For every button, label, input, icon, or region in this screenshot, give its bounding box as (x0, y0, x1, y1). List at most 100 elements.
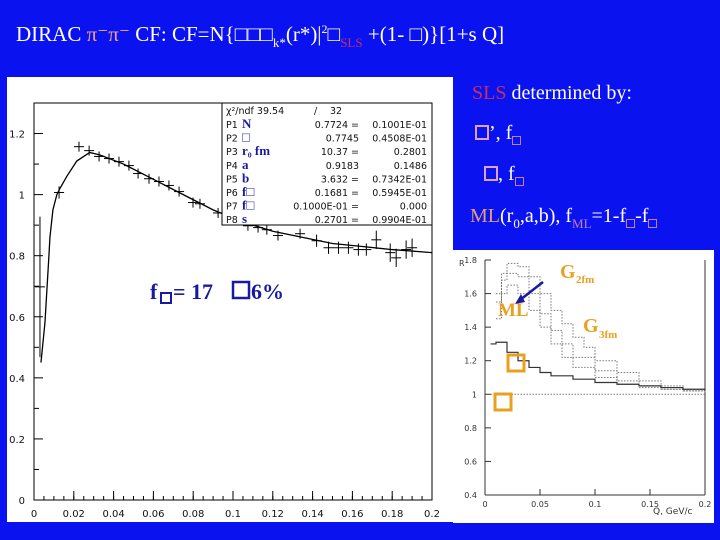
stats-param-id: P8 (226, 215, 238, 226)
ml-args: (r (500, 205, 514, 227)
stats-param-id: P3 (226, 147, 238, 158)
stats-header-ndf: 32 (330, 106, 342, 117)
x-tick-label: 0.02 (63, 509, 85, 520)
data-point (371, 230, 382, 249)
ml-sub-ml: ML (572, 216, 592, 231)
y-tick-label: 1 (19, 191, 25, 202)
inset-y-tick-label: 1 (472, 390, 477, 399)
data-point (361, 243, 372, 256)
data-point (407, 238, 418, 257)
x-tick-label: 0.1 (225, 509, 241, 520)
x-tick-label: 0.06 (142, 509, 164, 520)
stats-param-value: 0.1000E-01 = (293, 202, 359, 213)
ml-line: ML(r0,a,b), fML=1-f -f (470, 205, 658, 232)
inset-axes (484, 259, 706, 496)
fraction-eq: = 17 (173, 279, 213, 304)
inset-x-tick-label: 0 (482, 500, 487, 509)
inset-y-tick-label: 1.2 (464, 357, 477, 366)
stats-param-value: 0.9183 (326, 161, 359, 172)
x-tick-label: 0.04 (102, 509, 124, 520)
stats-param-id: P1 (226, 120, 238, 131)
fraction-sub-box-icon (160, 292, 172, 304)
stats-param-id: P7 (226, 202, 238, 213)
x-tick-label: 0 (31, 509, 37, 520)
slide-title: DIRAC π⁻π⁻ CF: CF=N{□□□k*(r*)|2□SLS +(1-… (16, 22, 504, 51)
main-plot-panel: 0 0.02 0.04 0.06 0.08 0.1 0.12 0.14 0.16 0.18 0.2 0… (7, 77, 453, 522)
inset-y-tick-label: 0.4 (464, 491, 477, 500)
sub-box-icon (648, 219, 658, 228)
inset-x-tick-label: 0.1 (589, 500, 602, 509)
data-point (84, 145, 95, 156)
y-tick-label: 0.8 (9, 252, 25, 263)
data-point (261, 224, 272, 235)
title-prefix: DIRAC (16, 22, 87, 46)
sep2: , f (498, 163, 515, 185)
sub-box-icon (626, 219, 636, 228)
data-point (104, 153, 115, 164)
main-plot: 0 0.02 0.04 0.06 0.08 0.1 0.12 0.14 0.16 0.18 0.2 0… (9, 102, 440, 520)
stats-param-value: 10.37 = (321, 147, 359, 158)
annot-g3fm-sub: 3fm (599, 329, 617, 341)
stats-box: χ²/ndf 39.54/32P1 N 0.7724 = 0.1001E-01P2 □ 0… (221, 102, 433, 226)
stats-param-value: 0.7745 (326, 134, 359, 145)
greek-box-icon (475, 125, 489, 140)
stats-param-error: 0.7342E-01 (372, 174, 427, 185)
greek-box-icon (484, 166, 498, 181)
inset-y-tick-label: 1.8 (464, 256, 477, 265)
title-glyph3: □ (409, 22, 423, 46)
inset-y-tick-label: 1.6 (464, 290, 477, 299)
inset-xlabel: Q, GeV/c (653, 507, 693, 517)
title-sub-k: k* (272, 35, 286, 50)
data-point (73, 141, 84, 152)
inset-curve-g2fm (496, 262, 706, 391)
inset-y-tick-label: 1.4 (464, 323, 477, 332)
x-tick-label: 0.2 (424, 509, 440, 520)
stats-param-error: 0.1486 (394, 161, 427, 172)
y-tick-label: 0.6 (9, 313, 25, 324)
inset-ylabel: R (459, 259, 465, 268)
y-tick-label: 0.2 (9, 435, 25, 446)
sls-param-line-2: , f (484, 163, 524, 186)
data-point (343, 241, 354, 254)
data-point (385, 243, 396, 262)
fraction-f: f (150, 279, 158, 304)
y-tick-label: 0 (19, 496, 25, 507)
title-glyphs: □□□ (234, 22, 273, 46)
stats-param-error: 0.9904E-01 (372, 215, 427, 226)
data-point (153, 176, 164, 187)
inset-plot: 0 0.05 0.1 0.15 0.20.40.60.811.21.41.61.8 R … (459, 256, 712, 517)
title-cf: CF: CF=N{ (129, 22, 235, 46)
inset-plot-panel: 0 0.05 0.1 0.15 0.2 0.4 0.6 0.8 1 1.2 1.4 1.6 1.8 R … (453, 250, 714, 523)
data-point (113, 156, 124, 167)
sls-heading-rest: determined by: (506, 82, 632, 104)
stats-param-error: 0.2801 (394, 147, 427, 158)
sls-param-line-1: ’, f (475, 122, 522, 145)
stats-param-error: 0.5945E-01 (372, 188, 427, 199)
stats-param-id: P2 (226, 134, 238, 145)
stats-param-value: 0.7724 = (315, 120, 359, 131)
inset-y-tick-label: 0.8 (464, 424, 477, 433)
x-tick-label: 0.16 (341, 509, 363, 520)
annot-ml: ML (498, 300, 529, 321)
data-point (188, 197, 199, 208)
fraction-label: f = 17 6% (150, 279, 284, 304)
annot-box-icon (493, 392, 513, 412)
x-tick-label: 0.18 (381, 509, 403, 520)
sub-box-icon (514, 177, 524, 186)
stats-param-id: P4 (226, 161, 238, 172)
title-particles: π⁻π⁻ (86, 22, 130, 46)
y-tick-label: 0.4 (9, 374, 25, 385)
annot-g2fm-sub: 2fm (576, 274, 594, 286)
annot-box-icon (506, 353, 526, 373)
annot-g3fm: G (583, 315, 599, 337)
data-point (311, 234, 322, 247)
data-point (94, 151, 105, 162)
data-point (391, 248, 402, 267)
x-tick-label: 0.12 (262, 509, 284, 520)
stats-param-value: 0.1681 = (315, 188, 359, 199)
data-point (401, 240, 412, 259)
stats-param-id: P5 (226, 174, 238, 185)
inset-x-tick-label: 0.2 (699, 500, 712, 509)
x-tick-label: 0.08 (182, 509, 204, 520)
inset-y-tick-label: 0.6 (464, 457, 477, 466)
